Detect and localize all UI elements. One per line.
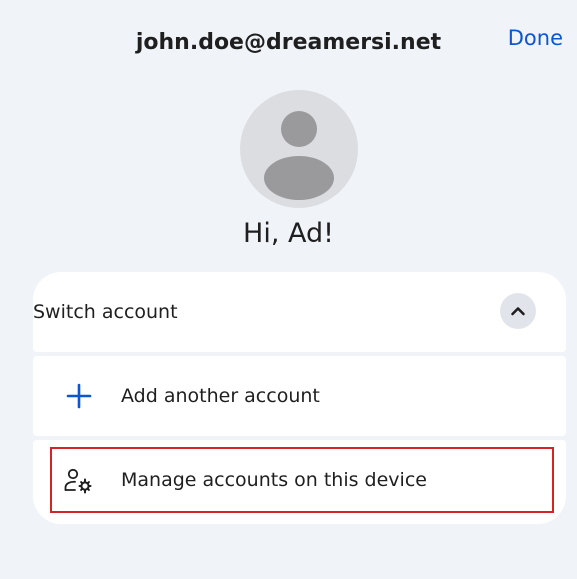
chevron-up-icon — [511, 307, 525, 316]
greeting-text: Hi, Ad! — [243, 218, 334, 249]
account-email: john.doe@dreamersi.net — [135, 30, 442, 55]
manage-accounts-item[interactable]: Manage accounts on this device — [33, 440, 566, 524]
person-silhouette-icon — [264, 111, 334, 200]
switch-account-label: Switch account — [33, 301, 178, 323]
highlight-box — [50, 447, 554, 513]
collapse-accounts-button[interactable] — [500, 293, 536, 329]
done-button[interactable]: Done — [508, 26, 563, 50]
avatar — [240, 90, 358, 208]
plus-icon — [66, 383, 92, 409]
add-another-account-item[interactable]: Add another account — [33, 356, 566, 436]
add-another-account-label: Add another account — [121, 385, 320, 407]
switch-account-header[interactable]: Switch account — [33, 272, 566, 352]
